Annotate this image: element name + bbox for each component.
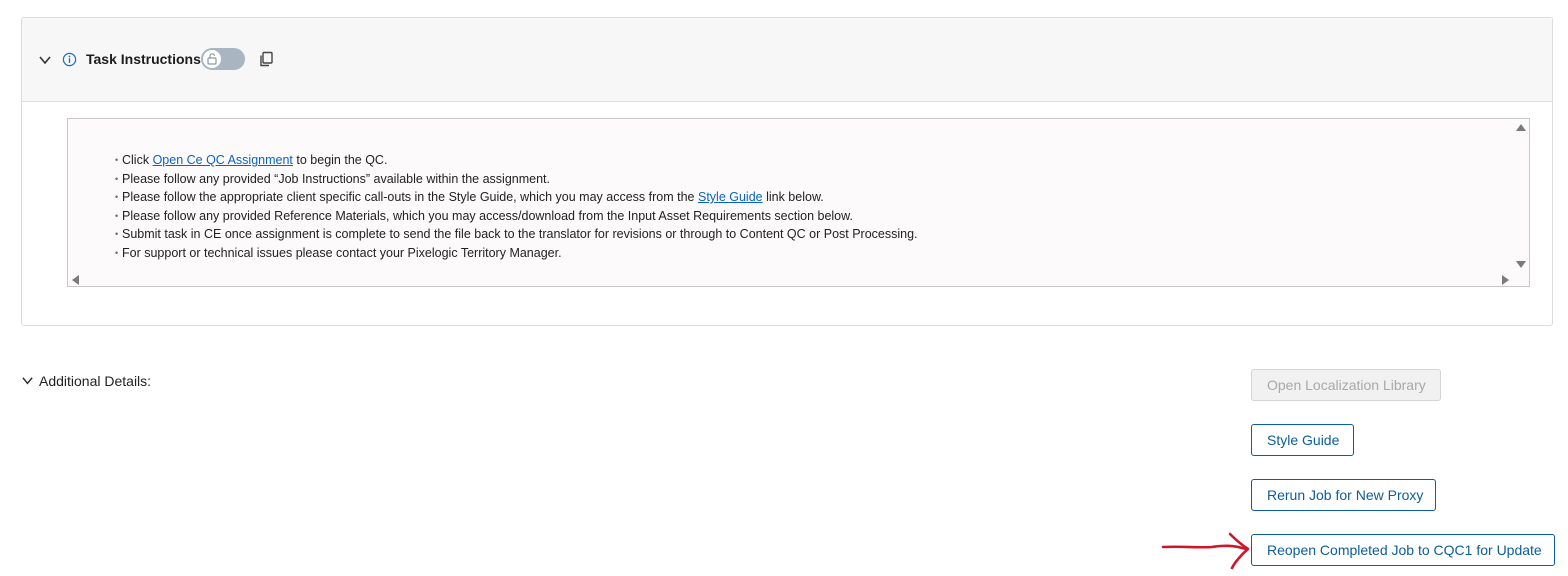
rerun-job-button[interactable]: Rerun Job for New Proxy xyxy=(1251,479,1436,511)
chevron-down-icon[interactable] xyxy=(38,53,52,67)
list-item: For support or technical issues please c… xyxy=(115,244,918,263)
instructions-text-box[interactable]: Click Open Ce QC Assignment to begin the… xyxy=(67,118,1530,287)
open-ce-qc-assignment-link[interactable]: Open Ce QC Assignment xyxy=(153,153,293,167)
scroll-left-arrow-icon[interactable] xyxy=(72,275,79,285)
additional-details-toggle[interactable]: Additional Details: xyxy=(21,373,151,389)
toggle-knob xyxy=(203,50,221,68)
style-guide-button[interactable]: Style Guide xyxy=(1251,424,1354,456)
scroll-up-arrow-icon[interactable] xyxy=(1516,124,1526,131)
list-item: Please follow the appropriate client spe… xyxy=(115,188,918,207)
chevron-down-icon xyxy=(22,377,33,385)
task-instructions-panel: Task Instructions Click Open Ce QC Assig… xyxy=(21,17,1553,326)
scroll-right-arrow-icon[interactable] xyxy=(1502,275,1509,285)
task-instructions-header: Task Instructions xyxy=(22,18,1552,102)
open-localization-library-button[interactable]: Open Localization Library xyxy=(1251,369,1441,401)
list-item: Please follow any provided Reference Mat… xyxy=(115,207,918,226)
lock-toggle[interactable] xyxy=(201,48,245,70)
list-item: Submit task in CE once assignment is com… xyxy=(115,225,918,244)
additional-details-label: Additional Details: xyxy=(39,373,152,389)
list-item: Please follow any provided “Job Instruct… xyxy=(115,170,918,189)
scroll-down-arrow-icon[interactable] xyxy=(1516,261,1526,268)
unlock-icon xyxy=(207,53,217,65)
instructions-list: Click Open Ce QC Assignment to begin the… xyxy=(115,151,918,262)
list-item: Click Open Ce QC Assignment to begin the… xyxy=(115,151,918,170)
info-icon xyxy=(62,52,77,67)
reopen-job-button[interactable]: Reopen Completed Job to CQC1 for Update xyxy=(1251,534,1555,566)
task-instructions-title: Task Instructions xyxy=(86,51,201,67)
annotation-arrow-icon xyxy=(1161,532,1250,570)
copy-icon[interactable] xyxy=(258,51,274,67)
style-guide-link[interactable]: Style Guide xyxy=(698,190,763,204)
